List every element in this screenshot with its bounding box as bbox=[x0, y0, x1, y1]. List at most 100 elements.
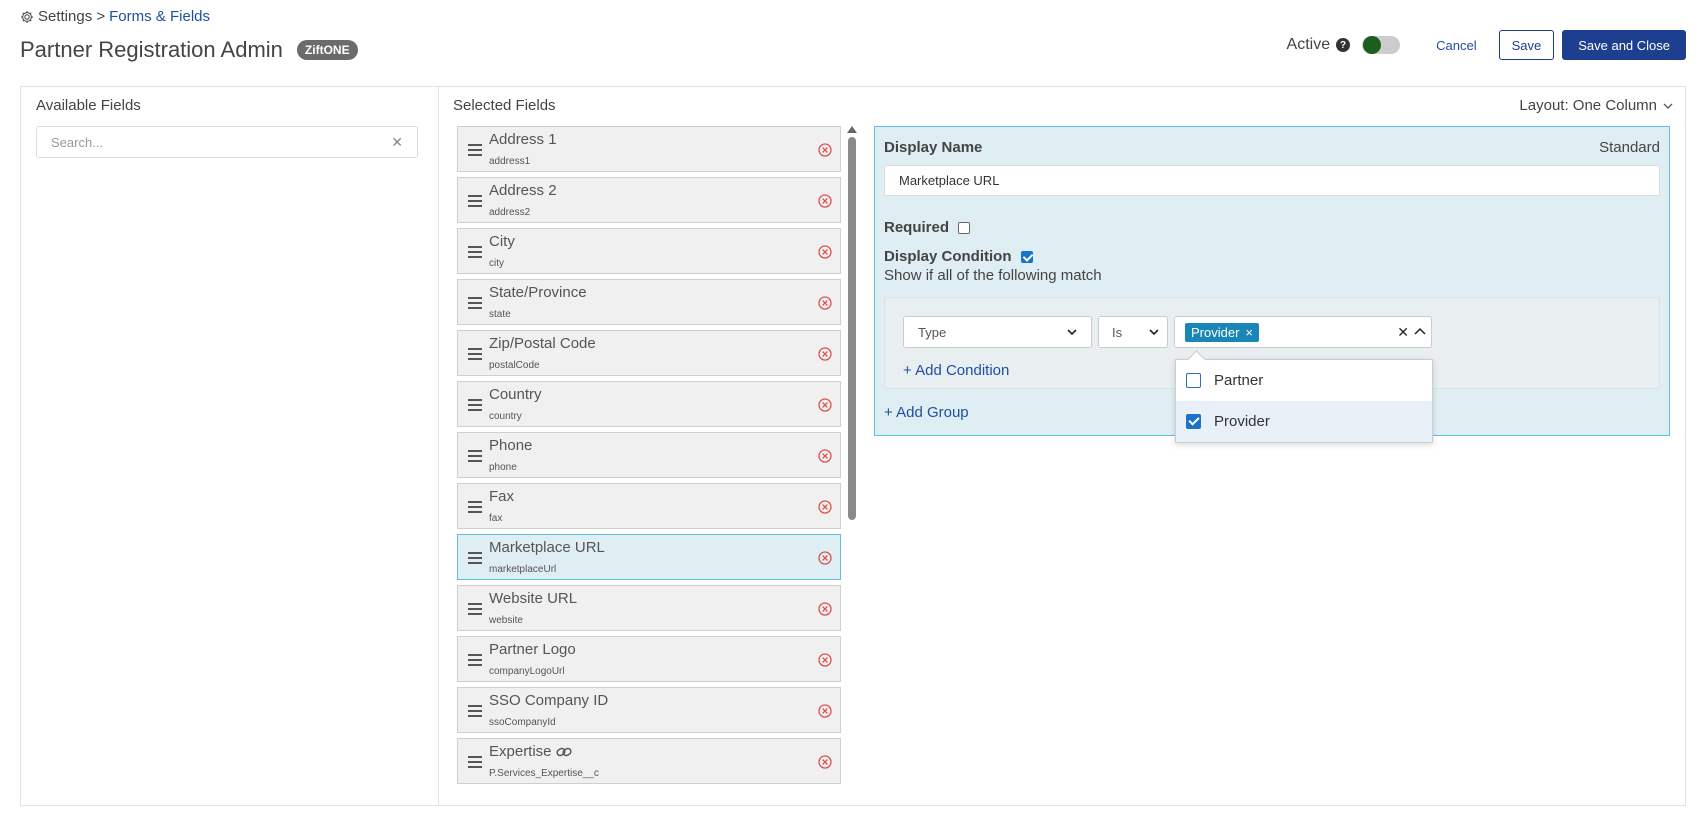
field-key: marketplaceUrl bbox=[489, 564, 557, 575]
chevron-up-icon[interactable] bbox=[1414, 327, 1426, 335]
selected-field-item[interactable]: SSO Company ID ssoCompanyId bbox=[457, 687, 841, 733]
breadcrumb-settings[interactable]: Settings > bbox=[38, 8, 105, 25]
selected-field-item[interactable]: Partner Logo companyLogoUrl bbox=[457, 636, 841, 682]
drag-handle-icon[interactable] bbox=[468, 246, 482, 258]
field-key: P.Services_Expertise__c bbox=[489, 768, 599, 779]
remove-circle-icon[interactable] bbox=[818, 143, 832, 157]
remove-circle-icon[interactable] bbox=[818, 296, 832, 310]
page-title: Partner Registration Admin ZiftONE bbox=[20, 37, 358, 63]
field-label: Partner Logo bbox=[489, 641, 576, 658]
value-dropdown-menu: Partner Provider bbox=[1175, 359, 1433, 443]
required-row: Required bbox=[884, 219, 971, 236]
available-fields-panel: Available Fields Search... ✕ bbox=[21, 87, 439, 805]
selected-field-item[interactable]: Fax fax bbox=[457, 483, 841, 529]
add-condition-link[interactable]: + Add Condition bbox=[903, 362, 1009, 379]
field-key: companyLogoUrl bbox=[489, 666, 565, 677]
selected-fields-list: Address 1 address1 Address 2 address2 City ci… bbox=[457, 126, 841, 789]
display-condition-checkbox[interactable] bbox=[1020, 250, 1033, 263]
dropdown-option-partner[interactable]: Partner bbox=[1176, 360, 1432, 401]
drag-handle-icon[interactable] bbox=[468, 348, 482, 360]
field-key: postalCode bbox=[489, 360, 540, 371]
scrollbar[interactable] bbox=[847, 126, 857, 816]
condition-value-multiselect[interactable]: Provider × ✕ bbox=[1174, 316, 1432, 348]
display-name-input[interactable]: Marketplace URL bbox=[884, 165, 1660, 196]
tag-remove-icon[interactable]: × bbox=[1245, 325, 1253, 340]
selected-field-item[interactable]: Address 1 address1 bbox=[457, 126, 841, 172]
option-checkbox[interactable] bbox=[1186, 373, 1201, 388]
selected-field-item[interactable]: Zip/Postal Code postalCode bbox=[457, 330, 841, 376]
field-key: city bbox=[489, 258, 504, 269]
remove-circle-icon[interactable] bbox=[818, 602, 832, 616]
remove-circle-icon[interactable] bbox=[818, 347, 832, 361]
drag-handle-icon[interactable] bbox=[468, 399, 482, 411]
drag-handle-icon[interactable] bbox=[468, 195, 482, 207]
field-label: Expertise bbox=[489, 743, 573, 760]
cancel-button[interactable]: Cancel bbox=[1436, 38, 1476, 53]
field-label-text: City bbox=[489, 233, 515, 250]
show-if-text: Show if all of the following match bbox=[884, 267, 1102, 284]
breadcrumb: Settings > Forms & Fields bbox=[20, 8, 210, 25]
field-label: Phone bbox=[489, 437, 532, 454]
drag-handle-icon[interactable] bbox=[468, 144, 482, 156]
drag-handle-icon[interactable] bbox=[468, 756, 482, 768]
field-label: Zip/Postal Code bbox=[489, 335, 596, 352]
selected-fields-title: Selected Fields bbox=[453, 97, 556, 114]
tag-label: Provider bbox=[1191, 325, 1240, 340]
active-toggle[interactable] bbox=[1362, 36, 1401, 54]
selected-field-item[interactable]: Marketplace URL marketplaceUrl bbox=[457, 534, 841, 580]
remove-circle-icon[interactable] bbox=[818, 398, 832, 412]
selected-field-item[interactable]: Country country bbox=[457, 381, 841, 427]
field-key: ssoCompanyId bbox=[489, 717, 556, 728]
remove-circle-icon[interactable] bbox=[818, 500, 832, 514]
chevron-down-icon bbox=[1067, 329, 1077, 336]
scroll-up-arrow-icon[interactable] bbox=[847, 126, 857, 133]
option-label: Partner bbox=[1214, 372, 1264, 389]
drag-handle-icon[interactable] bbox=[468, 450, 482, 462]
selected-field-item[interactable]: Phone phone bbox=[457, 432, 841, 478]
drag-handle-icon[interactable] bbox=[468, 501, 482, 513]
drag-handle-icon[interactable] bbox=[468, 603, 482, 615]
field-key: address1 bbox=[489, 156, 531, 167]
drag-handle-icon[interactable] bbox=[468, 654, 482, 666]
field-label-text: Country bbox=[489, 386, 542, 403]
remove-circle-icon[interactable] bbox=[818, 245, 832, 259]
selected-field-item[interactable]: Expertise P.Services_Expertise__c bbox=[457, 738, 841, 784]
remove-circle-icon[interactable] bbox=[818, 551, 832, 565]
condition-field-select[interactable]: Type bbox=[903, 316, 1092, 348]
drag-handle-icon[interactable] bbox=[468, 297, 482, 309]
condition-operator-value: Is bbox=[1112, 324, 1123, 340]
layout-label: Layout: One Column bbox=[1519, 97, 1657, 114]
dropdown-option-provider[interactable]: Provider bbox=[1176, 401, 1432, 442]
breadcrumb-current[interactable]: Forms & Fields bbox=[109, 8, 210, 25]
remove-circle-icon[interactable] bbox=[818, 755, 832, 769]
selected-field-item[interactable]: City city bbox=[457, 228, 841, 274]
help-icon[interactable]: ? bbox=[1336, 38, 1351, 52]
field-label: Address 2 bbox=[489, 182, 557, 199]
field-key: state bbox=[489, 309, 511, 320]
save-button[interactable]: Save bbox=[1498, 30, 1555, 60]
field-key: website bbox=[489, 615, 523, 626]
option-label: Provider bbox=[1214, 413, 1270, 430]
drag-handle-icon[interactable] bbox=[468, 705, 482, 717]
remove-circle-icon[interactable] bbox=[818, 194, 832, 208]
condition-operator-select[interactable]: Is bbox=[1098, 316, 1168, 348]
gear-icon bbox=[21, 10, 33, 23]
field-label-text: Address 2 bbox=[489, 182, 557, 199]
remove-circle-icon[interactable] bbox=[818, 704, 832, 718]
save-and-close-button[interactable]: Save and Close bbox=[1562, 30, 1686, 60]
search-input[interactable]: Search... ✕ bbox=[36, 126, 418, 158]
clear-values-icon[interactable]: ✕ bbox=[1397, 324, 1409, 341]
required-checkbox[interactable] bbox=[958, 221, 971, 234]
option-checkbox[interactable] bbox=[1186, 414, 1201, 429]
add-group-link[interactable]: + Add Group bbox=[884, 404, 969, 421]
selected-field-item[interactable]: Website URL website bbox=[457, 585, 841, 631]
drag-handle-icon[interactable] bbox=[468, 552, 482, 564]
clear-search-icon[interactable]: ✕ bbox=[391, 134, 403, 151]
remove-circle-icon[interactable] bbox=[818, 449, 832, 463]
field-key: address2 bbox=[489, 207, 531, 218]
scroll-thumb[interactable] bbox=[848, 137, 856, 520]
selected-field-item[interactable]: Address 2 address2 bbox=[457, 177, 841, 223]
selected-field-item[interactable]: State/Province state bbox=[457, 279, 841, 325]
remove-circle-icon[interactable] bbox=[818, 653, 832, 667]
layout-dropdown[interactable]: Layout: One Column bbox=[1519, 97, 1673, 114]
